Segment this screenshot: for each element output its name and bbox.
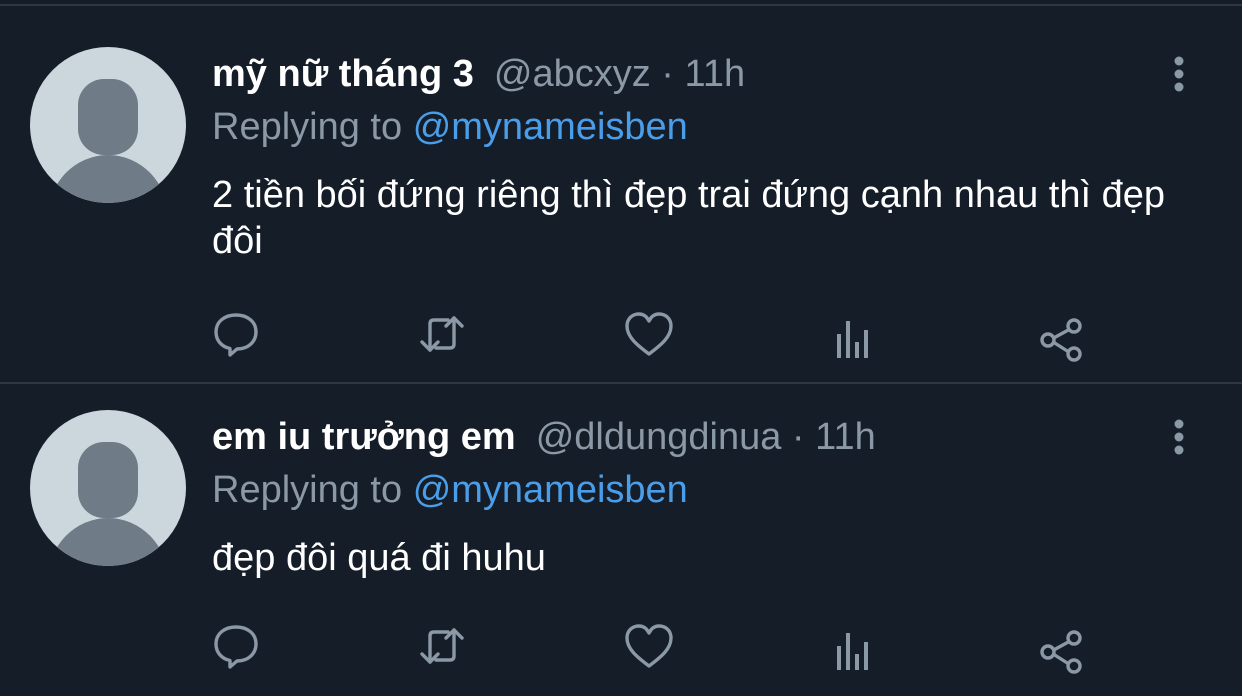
timestamp[interactable]: 11h bbox=[815, 416, 876, 458]
reply-button[interactable] bbox=[206, 616, 266, 676]
retweet-icon bbox=[420, 628, 464, 664]
share-icon bbox=[1040, 630, 1082, 674]
more-options-icon[interactable] bbox=[1166, 417, 1192, 457]
display-name[interactable]: em iu trưởng em bbox=[212, 416, 516, 458]
reply-icon bbox=[214, 313, 258, 357]
share-button[interactable] bbox=[1032, 304, 1092, 364]
retweet-button[interactable] bbox=[412, 304, 472, 364]
views-button[interactable] bbox=[826, 616, 886, 676]
views-icon bbox=[837, 321, 868, 358]
separator-dot: · bbox=[661, 53, 674, 95]
reply-tweet[interactable]: mỹ nữ tháng 3 @abcxyz · 11h Replying to @… bbox=[0, 6, 1242, 382]
timestamp[interactable]: 11h bbox=[685, 53, 746, 95]
user-handle[interactable]: @dldungdinua bbox=[536, 416, 782, 458]
reply-tweet[interactable]: em iu trưởng em @dldungdinua · 11h Replyi… bbox=[0, 384, 1242, 696]
replying-to-line: Replying to @mynameisben bbox=[212, 104, 688, 150]
more-options-icon[interactable] bbox=[1166, 54, 1192, 94]
avatar[interactable] bbox=[30, 47, 186, 203]
views-icon bbox=[837, 633, 868, 670]
default-avatar-icon bbox=[49, 79, 167, 203]
default-avatar-icon bbox=[49, 442, 167, 566]
share-icon bbox=[1040, 318, 1082, 362]
like-icon bbox=[625, 624, 673, 668]
reply-button[interactable] bbox=[206, 304, 266, 364]
share-button[interactable] bbox=[1032, 616, 1092, 676]
retweet-button[interactable] bbox=[412, 616, 472, 676]
like-button[interactable] bbox=[619, 304, 679, 364]
replying-to-label: Replying to bbox=[212, 469, 403, 511]
views-button[interactable] bbox=[826, 304, 886, 364]
reply-thread: mỹ nữ tháng 3 @abcxyz · 11h Replying to @… bbox=[0, 0, 1242, 696]
reply-icon bbox=[214, 625, 258, 669]
action-bar bbox=[0, 304, 1242, 364]
retweet-icon bbox=[420, 316, 464, 352]
tweet-header: em iu trưởng em @dldungdinua · 11h bbox=[212, 414, 876, 460]
like-button[interactable] bbox=[619, 616, 679, 676]
action-bar bbox=[0, 616, 1242, 676]
avatar[interactable] bbox=[30, 410, 186, 566]
replying-to-label: Replying to bbox=[212, 106, 403, 148]
tweet-text: đẹp đôi quá đi huhu bbox=[212, 537, 546, 579]
tweet-text: 2 tiền bối đứng riêng thì đẹp trai đứng … bbox=[212, 174, 1166, 262]
display-name[interactable]: mỹ nữ tháng 3 bbox=[212, 53, 474, 95]
replying-to-line: Replying to @mynameisben bbox=[212, 467, 688, 513]
replying-to-mention[interactable]: @mynameisben bbox=[413, 469, 688, 511]
user-handle[interactable]: @abcxyz bbox=[494, 53, 651, 95]
like-icon bbox=[625, 312, 673, 356]
separator-dot: · bbox=[791, 416, 805, 458]
tweet-header: mỹ nữ tháng 3 @abcxyz · 11h bbox=[212, 51, 745, 97]
replying-to-mention[interactable]: @mynameisben bbox=[413, 106, 688, 148]
